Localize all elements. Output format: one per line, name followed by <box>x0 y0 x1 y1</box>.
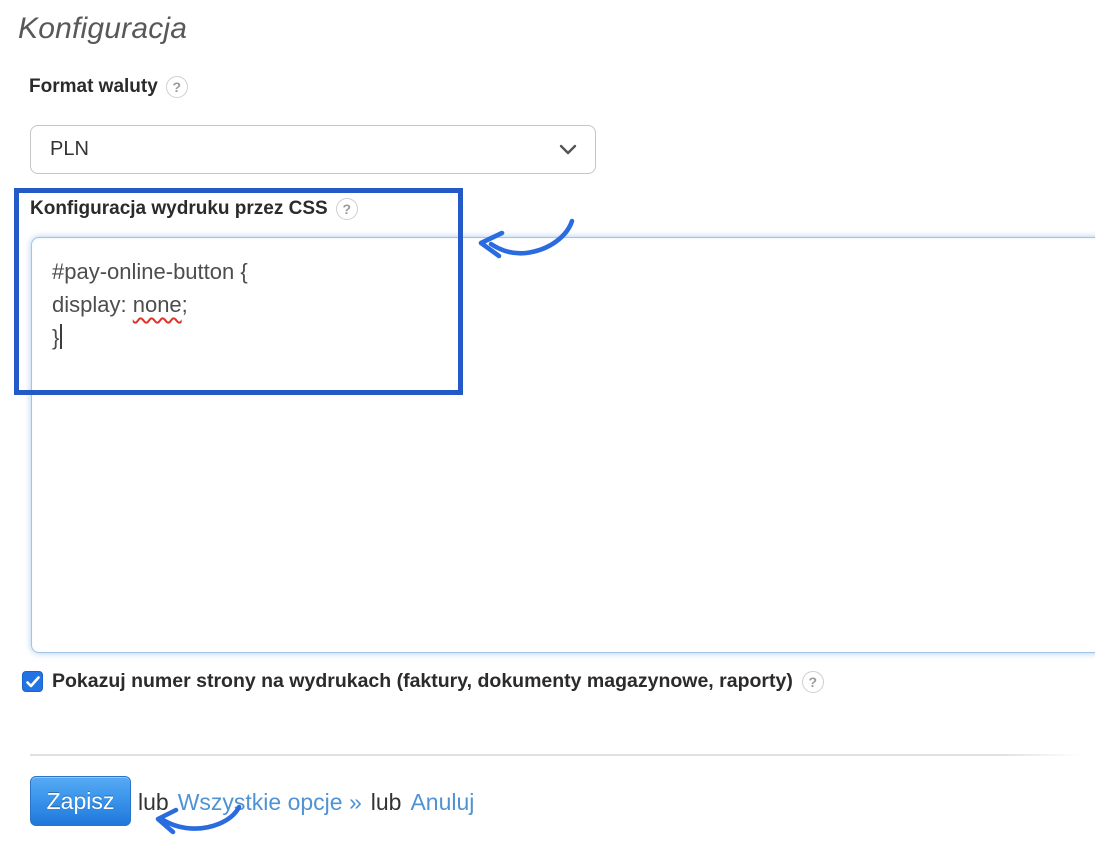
or-text: lub <box>138 789 169 815</box>
css-code-line: #pay-online-button { <box>52 259 248 284</box>
page-number-checkbox-row: Pokazuj numer strony na wydrukach (faktu… <box>22 670 824 693</box>
css-code-line: } <box>52 321 1090 354</box>
page-number-checkbox[interactable] <box>22 671 43 692</box>
chevron-down-icon <box>559 144 577 154</box>
currency-select-value: PLN <box>50 138 89 160</box>
css-code-line: display: none; <box>52 292 188 317</box>
help-icon[interactable]: ? <box>165 76 188 98</box>
currency-format-label-row: Format waluty ? <box>29 76 188 98</box>
page-title: Konfiguracja <box>18 12 188 45</box>
save-button[interactable]: Zapisz <box>30 776 131 826</box>
currency-select[interactable]: PLN <box>30 125 596 174</box>
page-number-checkbox-label[interactable]: Pokazuj numer strony na wydrukach (faktu… <box>52 670 793 693</box>
checkmark-icon <box>25 675 40 687</box>
help-icon[interactable]: ? <box>801 670 824 693</box>
css-print-label: Konfiguracja wydruku przez CSS <box>30 198 328 219</box>
all-options-link[interactable]: Wszystkie opcje » <box>178 789 362 816</box>
cancel-link[interactable]: Anuluj <box>410 789 474 816</box>
section-divider <box>30 754 1083 756</box>
help-icon[interactable]: ? <box>335 198 358 220</box>
css-print-label-row: Konfiguracja wydruku przez CSS ? <box>30 198 358 220</box>
text-caret <box>60 324 63 349</box>
or-text: lub <box>370 789 402 815</box>
configuration-page: Konfiguracja Format waluty ? PLN Konfigu… <box>0 0 1095 858</box>
css-print-textarea[interactable]: #pay-online-button { display: none;} <box>31 237 1095 653</box>
currency-format-label: Format waluty <box>29 76 158 97</box>
actions-row: lub Wszystkie opcje » lub Anuluj <box>138 789 474 816</box>
misspelled-word: none <box>132 292 182 317</box>
